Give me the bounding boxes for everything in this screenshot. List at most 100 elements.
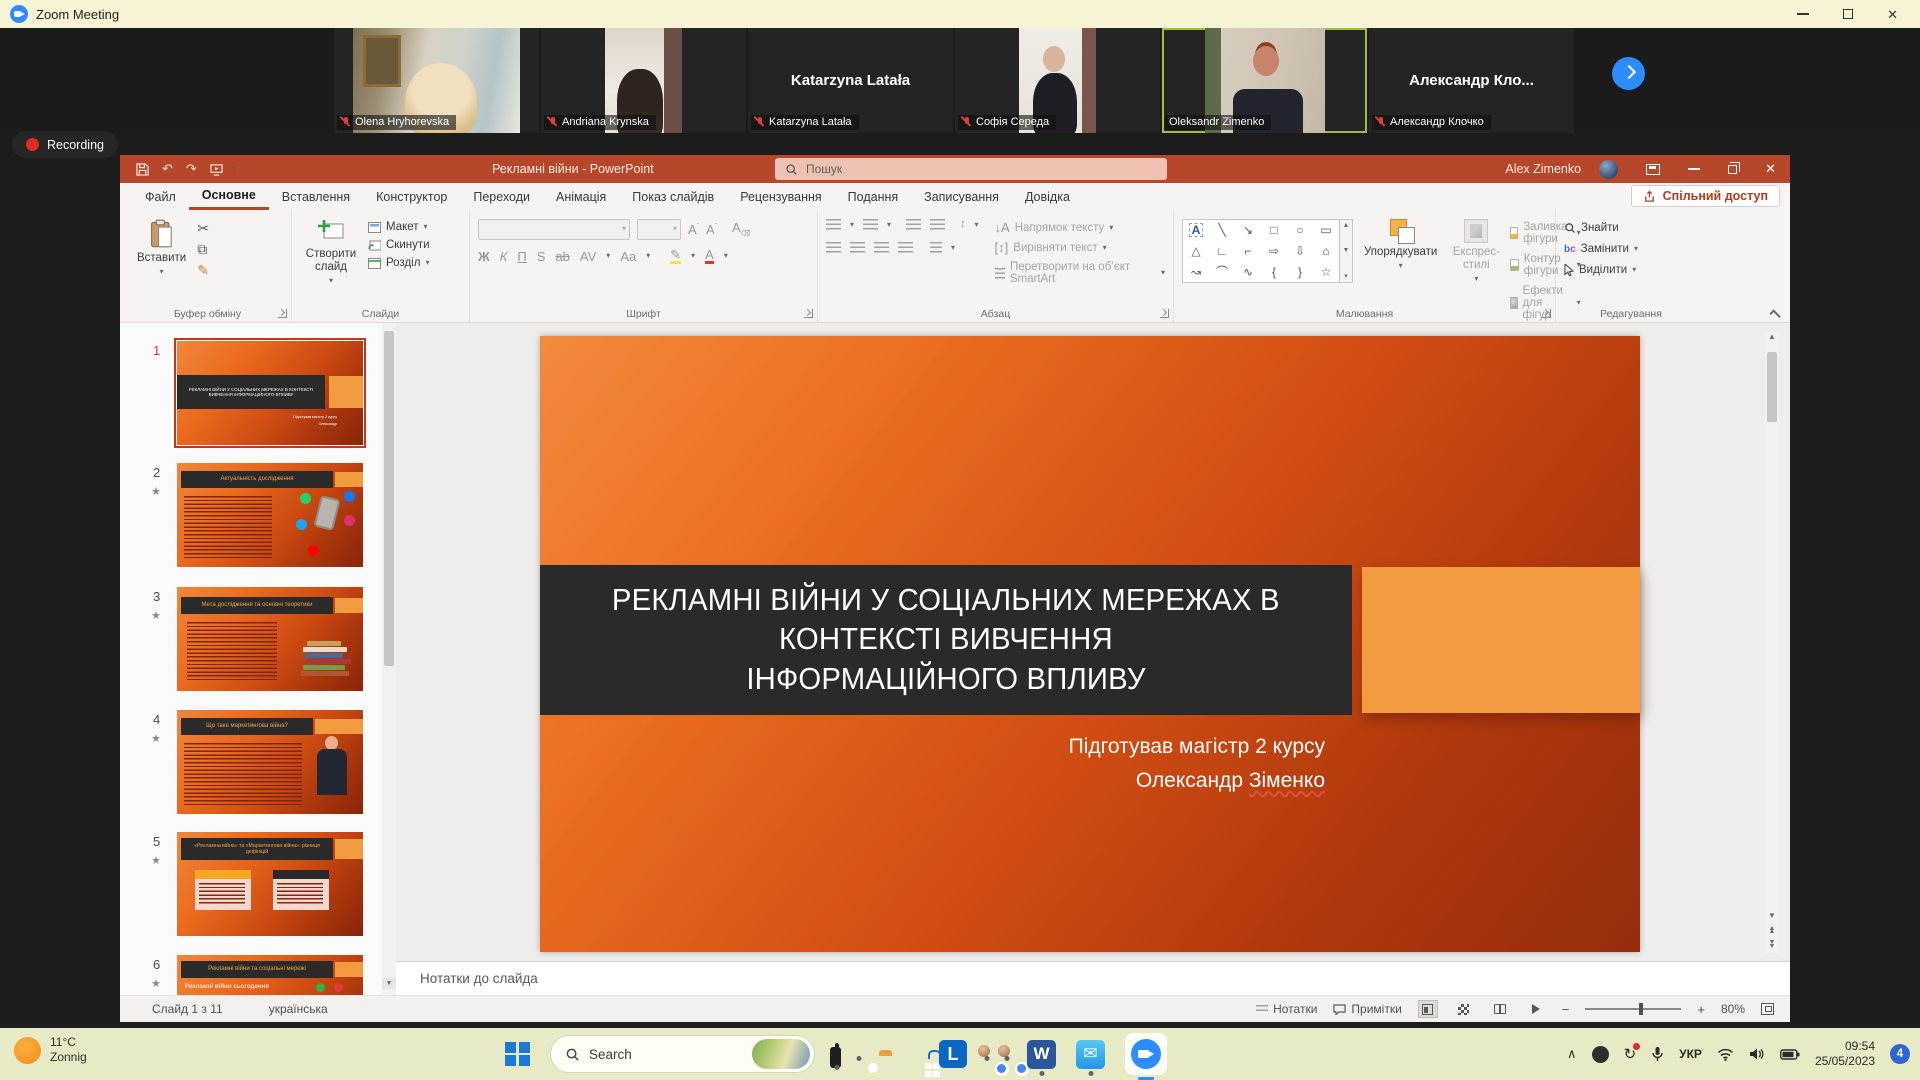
shape-glyph[interactable]: △ (1191, 245, 1200, 257)
window-restore-icon[interactable] (1728, 165, 1737, 174)
slide-thumbnail-4[interactable]: 4 ★ Що таке маркетингова війна? (177, 710, 363, 814)
new-slide-button[interactable]: Створити слайд▾ (300, 215, 362, 304)
tab-review[interactable]: Рецензування (727, 183, 834, 210)
normal-view-button[interactable] (1418, 1000, 1438, 1018)
window-close-icon[interactable]: ✕ (1765, 161, 1776, 177)
bold-button[interactable]: Ж (478, 250, 490, 263)
reading-view-button[interactable] (1490, 1000, 1510, 1018)
cut-icon[interactable]: ✂ (197, 221, 209, 235)
shape-glyph[interactable]: ╲ (1218, 224, 1225, 236)
window-minimize-icon[interactable] (1688, 168, 1700, 170)
clock[interactable]: 09:54 25/05/2023 (1815, 1039, 1875, 1069)
scroll-down-icon[interactable]: ▼ (1768, 911, 1776, 920)
font-dialog-launcher[interactable] (804, 309, 813, 318)
notification-badge[interactable]: 4 (1890, 1044, 1910, 1064)
hidden-icons-chevron[interactable]: ∧ (1567, 1046, 1577, 1062)
search-box[interactable]: Пошук (775, 158, 1167, 180)
word-icon[interactable]: W (1027, 1040, 1056, 1069)
slide-thumbnail-6[interactable]: 6 ★ Рекламні війни та соціальні мережі Р… (177, 955, 363, 995)
editor-scrollbar-thumb[interactable] (1767, 352, 1777, 422)
participant-tile[interactable]: Софія Середа (955, 28, 1160, 133)
taskbar-search[interactable]: Search (550, 1035, 815, 1073)
underline-button[interactable]: П (517, 250, 526, 263)
align-text-button[interactable]: [↕]Вирівняти текст▾ (995, 241, 1165, 254)
participant-tile[interactable]: Александр Кло... Александр Клочко (1369, 28, 1574, 133)
participant-tile-active-speaker[interactable]: Oleksandr Zimenko (1162, 28, 1367, 133)
panel-scrollbar-thumb[interactable] (384, 331, 394, 666)
zoom-level[interactable]: 80% (1721, 1002, 1745, 1016)
slide-thumbnail-3[interactable]: 3 ★ Мета дослідження та основні теоретик… (177, 587, 363, 691)
drawing-dialog-launcher[interactable] (1542, 309, 1551, 318)
phone-link-icon[interactable] (835, 1045, 839, 1063)
tab-insert[interactable]: Вставлення (269, 183, 363, 210)
select-button[interactable]: Виділити▾ (1564, 264, 1638, 276)
scroll-up-icon[interactable]: ▲ (1768, 332, 1776, 341)
slide-subtitle-block[interactable]: Підготував магістр 2 курсу Олександр Зім… (1069, 730, 1325, 797)
bullets-icon[interactable] (826, 219, 841, 230)
increase-indent-icon[interactable] (930, 219, 945, 230)
tab-slideshow[interactable]: Показ слайдів (619, 183, 727, 210)
keyboard-language[interactable]: УКР (1679, 1047, 1702, 1061)
line-spacing-icon[interactable]: ↕ (960, 219, 966, 230)
shape-glyph[interactable]: □ (1270, 224, 1277, 236)
tab-view[interactable]: Подання (835, 183, 911, 210)
align-left-icon[interactable] (826, 242, 841, 253)
arrange-button[interactable]: Упорядкувати▾ (1359, 215, 1442, 304)
highlight-color-icon[interactable]: ✎ (670, 248, 681, 264)
layout-button[interactable]: Макет▾ (368, 221, 430, 233)
account-name[interactable]: Alex Zimenko (1505, 162, 1581, 176)
shape-glyph[interactable]: ⇩ (1295, 245, 1305, 257)
tab-recording[interactable]: Записування (911, 183, 1012, 210)
tab-home[interactable]: Основне (189, 183, 269, 210)
decrease-indent-icon[interactable] (906, 219, 921, 230)
microphone-icon[interactable] (1651, 1046, 1664, 1063)
shape-glyph[interactable]: ⌂ (1322, 245, 1329, 257)
slideshow-view-button[interactable] (1526, 1000, 1546, 1018)
shape-glyph[interactable]: ⌐ (1244, 245, 1251, 257)
notes-splitter-button[interactable]: ▼ (382, 978, 396, 989)
mail-icon[interactable]: ✉ (1076, 1040, 1105, 1069)
slide-title-block[interactable]: РЕКЛАМНІ ВІЙНИ У СОЦІАЛЬНИХ МЕРЕЖАХ В КО… (540, 565, 1352, 715)
slide-accent-shape[interactable] (1362, 567, 1640, 713)
shadow-button[interactable]: S (537, 250, 546, 263)
copy-icon[interactable]: ⧉ (197, 242, 209, 256)
italic-button[interactable]: К (500, 250, 508, 263)
update-icon[interactable]: ↻ (1624, 1045, 1637, 1063)
redo-icon[interactable]: ↷ (186, 161, 197, 177)
align-right-icon[interactable] (874, 242, 889, 253)
section-button[interactable]: Розділ▾ (368, 257, 430, 269)
tab-design[interactable]: Конструктор (363, 183, 460, 210)
clipboard-dialog-launcher[interactable] (278, 309, 287, 318)
columns-icon[interactable] (930, 242, 942, 253)
zoom-in-icon[interactable]: + (1697, 1002, 1705, 1017)
tab-animations[interactable]: Анімація (543, 183, 619, 210)
replace-button[interactable]: bcЗамінити▾ (1564, 243, 1638, 255)
previous-slide-button[interactable]: ▲▲ (1769, 927, 1776, 935)
tab-help[interactable]: Довідка (1012, 183, 1083, 210)
shape-glyph[interactable]: } (1298, 266, 1302, 278)
participant-tile[interactable]: Andriana Krynska (541, 28, 746, 133)
slide-sorter-view-button[interactable] (1454, 1000, 1474, 1018)
shape-glyph[interactable]: ∟ (1216, 245, 1228, 257)
shape-glyph[interactable]: ↘ (1243, 224, 1253, 236)
shrink-font-icon[interactable]: Aˇ (706, 223, 717, 236)
clear-formatting-icon[interactable]: A⌫ (732, 221, 751, 238)
shape-glyph[interactable]: ☆ (1321, 266, 1332, 278)
numbering-icon[interactable] (863, 219, 878, 230)
shape-glyph[interactable]: A (1189, 223, 1204, 237)
font-size-combo[interactable] (637, 219, 681, 240)
paragraph-dialog-launcher[interactable] (1160, 309, 1169, 318)
save-icon[interactable] (136, 163, 149, 176)
slide-thumbnail-2[interactable]: 2 ★ Актуальність дослідження (177, 463, 363, 567)
tab-transitions[interactable]: Переходи (460, 183, 543, 210)
shape-glyph[interactable]: ⇨ (1269, 245, 1279, 257)
format-painter-icon[interactable]: ✎ (197, 263, 209, 277)
collapse-ribbon-icon[interactable] (1769, 309, 1780, 320)
language-indicator[interactable]: українська (269, 1002, 328, 1016)
strikethrough-button[interactable]: ab (555, 250, 569, 263)
change-case-button[interactable]: Aa (620, 250, 636, 263)
font-name-combo[interactable] (478, 219, 630, 240)
zoom-slider[interactable] (1585, 1008, 1681, 1010)
reset-button[interactable]: Скинути (368, 239, 430, 251)
shape-glyph[interactable]: { (1272, 266, 1276, 278)
